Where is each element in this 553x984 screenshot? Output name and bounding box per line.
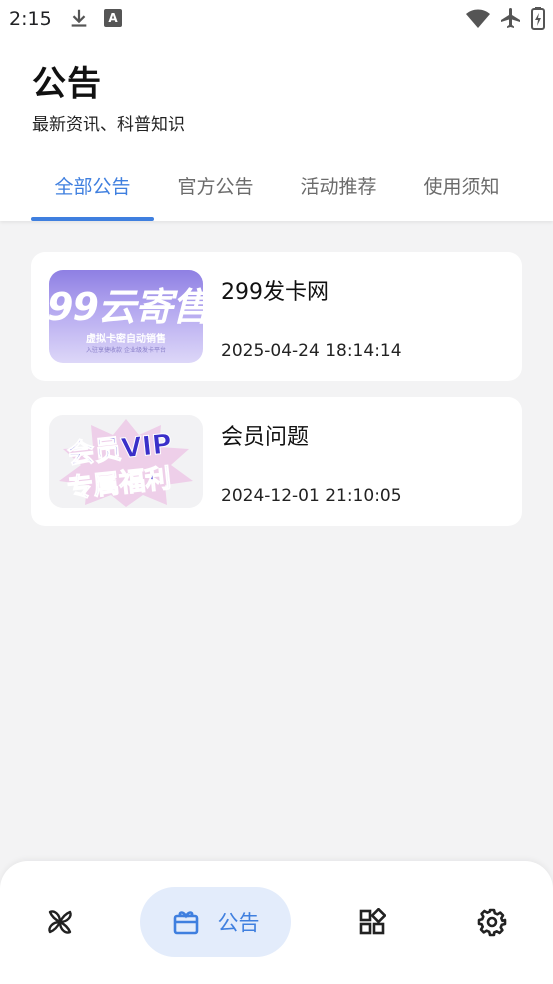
tab-official[interactable]: 官方公告 <box>154 164 277 221</box>
download-icon <box>71 9 87 27</box>
notice-title: 会员问题 <box>221 425 310 450</box>
nav-apps[interactable] <box>342 887 402 957</box>
notice-title: 299发卡网 <box>221 280 329 305</box>
airplane-icon <box>501 8 520 28</box>
nav-settings[interactable] <box>462 887 522 957</box>
thumb-brand-text: 99云寄售 <box>49 285 203 329</box>
notice-time: 2024-12-01 21:10:05 <box>221 486 402 506</box>
notice-thumbnail: 会员VIP 专属福利 <box>49 415 203 508</box>
notice-thumbnail: 99云寄售 虚拟卡密自动销售 入驻享捷收款 企业级发卡平台 <box>49 270 203 363</box>
notification-a-letter: A <box>108 11 118 25</box>
pinwheel-icon <box>48 910 72 934</box>
nav-announcements-label: 公告 <box>217 911 260 935</box>
gift-icon <box>173 911 198 935</box>
thumb-line-2: 入驻享捷收款 企业级发卡平台 <box>86 347 166 354</box>
notification-a-icon: A <box>104 9 122 27</box>
notice-card[interactable]: 99云寄售 虚拟卡密自动销售 入驻享捷收款 企业级发卡平台 299发卡网 202… <box>31 252 522 381</box>
header-area: 2:15 A 公告 最新资讯、科普知识 全部公告 官方公告 活动推荐 使用须知 <box>0 0 553 221</box>
wifi-icon <box>466 9 490 28</box>
battery-icon <box>531 7 545 30</box>
notice-card[interactable]: 会员VIP 专属福利 会员问题 2024-12-01 21:10:05 <box>31 397 522 526</box>
tab-all[interactable]: 全部公告 <box>31 164 154 221</box>
thumb-line-1: 虚拟卡密自动销售 <box>86 334 166 345</box>
tab-usage[interactable]: 使用须知 <box>400 164 523 221</box>
page-subtitle: 最新资讯、科普知识 <box>32 115 185 135</box>
status-bar: 2:15 A <box>0 0 553 38</box>
apps-icon <box>359 908 386 935</box>
page-title: 公告 <box>32 64 102 104</box>
nav-announcements[interactable]: 公告 <box>140 887 291 957</box>
settings-icon <box>477 908 507 937</box>
status-time: 2:15 <box>9 8 52 30</box>
tab-bar: 全部公告 官方公告 活动推荐 使用须知 <box>31 164 523 221</box>
bottom-nav: 公告 <box>0 861 553 984</box>
notice-time: 2025-04-24 18:14:14 <box>221 341 402 361</box>
nav-pinwheel[interactable] <box>30 887 90 957</box>
status-right <box>465 6 545 30</box>
tab-activity[interactable]: 活动推荐 <box>277 164 400 221</box>
